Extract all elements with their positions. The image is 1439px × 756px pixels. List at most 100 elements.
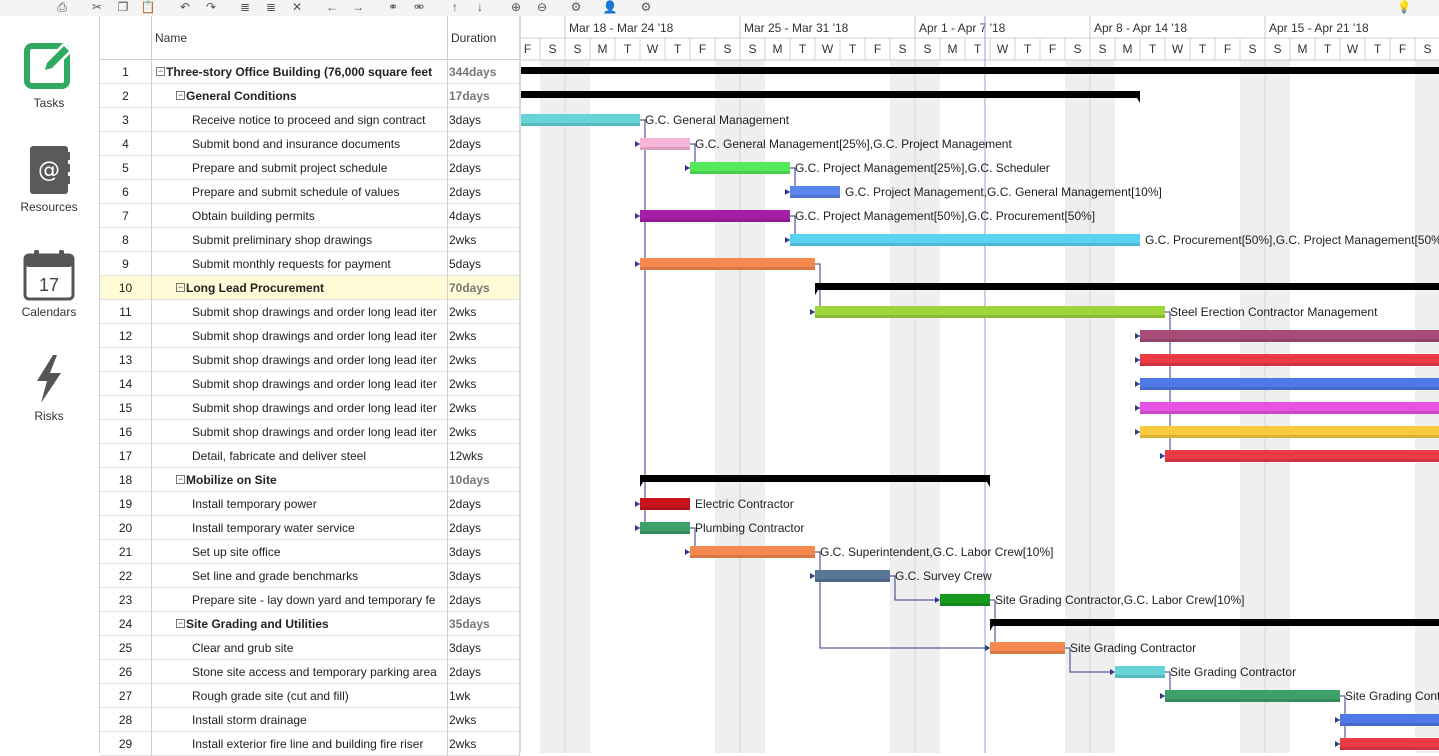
sidebar-item-tasks[interactable]: Tasks bbox=[0, 40, 98, 110]
cut-icon[interactable]: ✂ bbox=[89, 0, 105, 14]
header-name[interactable]: Name bbox=[152, 16, 448, 60]
table-row[interactable]: 10− Long Lead Procurement 70days bbox=[100, 276, 520, 300]
header-duration[interactable]: Duration bbox=[448, 16, 520, 60]
delete-icon[interactable]: ✕ bbox=[289, 0, 305, 14]
duration-cell[interactable]: 2wks bbox=[448, 372, 520, 396]
task-name-cell[interactable]: − Three-story Office Building (76,000 squ… bbox=[152, 60, 448, 84]
duration-cell[interactable]: 3days bbox=[448, 540, 520, 564]
duration-cell[interactable]: 2wks bbox=[448, 300, 520, 324]
resource-settings-icon[interactable]: ⚙ bbox=[638, 0, 654, 14]
outdent-icon[interactable]: ≣ bbox=[263, 0, 279, 14]
task-name-cell[interactable]: Prepare and submit project schedule bbox=[152, 156, 448, 180]
table-row[interactable]: 19 Install temporary power 2days bbox=[100, 492, 520, 516]
duration-cell[interactable]: 2days bbox=[448, 492, 520, 516]
table-row[interactable]: 24− Site Grading and Utilities 35days bbox=[100, 612, 520, 636]
duration-cell[interactable]: 2wks bbox=[448, 348, 520, 372]
table-row[interactable]: 26 Stone site access and temporary parkin… bbox=[100, 660, 520, 684]
lightbulb-icon[interactable]: 💡 bbox=[1396, 0, 1412, 14]
task-name-cell[interactable]: − Mobilize on Site bbox=[152, 468, 448, 492]
move-right-icon[interactable]: → bbox=[350, 0, 366, 14]
move-up-icon[interactable]: ↑ bbox=[447, 0, 463, 14]
task-name-cell[interactable]: Submit shop drawings and order long lead… bbox=[152, 348, 448, 372]
task-name-cell[interactable]: Submit monthly requests for payment bbox=[152, 252, 448, 276]
table-row[interactable]: 5 Prepare and submit project schedule 2day… bbox=[100, 156, 520, 180]
sidebar-item-risks[interactable]: Risks bbox=[0, 353, 98, 423]
header-id[interactable] bbox=[100, 16, 152, 60]
collapse-toggle-icon[interactable]: − bbox=[176, 619, 185, 629]
duration-cell[interactable]: 10days bbox=[448, 468, 520, 492]
task-name-cell[interactable]: Submit shop drawings and order long lead… bbox=[152, 372, 448, 396]
duration-cell[interactable]: 2wks bbox=[448, 420, 520, 444]
table-row[interactable]: 4 Submit bond and insurance documents 2day… bbox=[100, 132, 520, 156]
task-name-cell[interactable]: Install exterior fire line and building … bbox=[152, 732, 448, 756]
task-name-cell[interactable]: Install temporary power bbox=[152, 492, 448, 516]
collapse-toggle-icon[interactable]: − bbox=[156, 67, 165, 77]
duration-cell[interactable]: 3days bbox=[448, 636, 520, 660]
table-row[interactable]: 3 Receive notice to proceed and sign cont… bbox=[100, 108, 520, 132]
print-icon[interactable]: ⎙ bbox=[54, 0, 70, 14]
collapse-toggle-icon[interactable]: − bbox=[176, 475, 185, 485]
task-name-cell[interactable]: Submit shop drawings and order long lead… bbox=[152, 420, 448, 444]
move-left-icon[interactable]: ← bbox=[324, 0, 340, 14]
table-row[interactable]: 8 Submit preliminary shop drawings 2wks bbox=[100, 228, 520, 252]
task-name-cell[interactable]: Submit bond and insurance documents bbox=[152, 132, 448, 156]
task-name-cell[interactable]: Stone site access and temporary parking … bbox=[152, 660, 448, 684]
table-row[interactable]: 16 Submit shop drawings and order long le… bbox=[100, 420, 520, 444]
task-name-cell[interactable]: Prepare and submit schedule of values bbox=[152, 180, 448, 204]
paste-icon[interactable]: 📋 bbox=[140, 0, 156, 14]
collapse-toggle-icon[interactable]: − bbox=[176, 283, 185, 293]
table-row[interactable]: 11 Submit shop drawings and order long le… bbox=[100, 300, 520, 324]
task-name-cell[interactable]: Submit shop drawings and order long lead… bbox=[152, 300, 448, 324]
table-row[interactable]: 23 Prepare site - lay down yard and tempo… bbox=[100, 588, 520, 612]
task-name-cell[interactable]: Install storm drainage bbox=[152, 708, 448, 732]
task-name-cell[interactable]: Submit shop drawings and order long lead… bbox=[152, 324, 448, 348]
table-row[interactable]: 13 Submit shop drawings and order long le… bbox=[100, 348, 520, 372]
move-down-icon[interactable]: ↓ bbox=[472, 0, 488, 14]
duration-cell[interactable]: 2days bbox=[448, 156, 520, 180]
table-row[interactable]: 21 Set up site office 3days bbox=[100, 540, 520, 564]
task-name-cell[interactable]: Set line and grade benchmarks bbox=[152, 564, 448, 588]
table-row[interactable]: 25 Clear and grub site 3days bbox=[100, 636, 520, 660]
table-row[interactable]: 22 Set line and grade benchmarks 3days bbox=[100, 564, 520, 588]
undo-icon[interactable]: ↶ bbox=[177, 0, 193, 14]
redo-icon[interactable]: ↷ bbox=[203, 0, 219, 14]
duration-cell[interactable]: 2days bbox=[448, 660, 520, 684]
table-row[interactable]: 6 Prepare and submit schedule of values 2d… bbox=[100, 180, 520, 204]
task-name-cell[interactable]: Detail, fabricate and deliver steel bbox=[152, 444, 448, 468]
table-row[interactable]: 18− Mobilize on Site 10days bbox=[100, 468, 520, 492]
unlink-icon[interactable]: ⚮ bbox=[411, 0, 427, 14]
task-name-cell[interactable]: Submit shop drawings and order long lead… bbox=[152, 396, 448, 420]
duration-cell[interactable]: 3days bbox=[448, 564, 520, 588]
task-name-cell[interactable]: Install temporary water service bbox=[152, 516, 448, 540]
duration-cell[interactable]: 2days bbox=[448, 588, 520, 612]
link-icon[interactable]: ⚭ bbox=[385, 0, 401, 14]
sidebar-item-calendars[interactable]: 17 Calendars bbox=[0, 249, 98, 319]
copy-icon[interactable]: ❐ bbox=[115, 0, 131, 14]
assign-resource-icon[interactable]: 👤 bbox=[602, 0, 618, 14]
duration-cell[interactable]: 344days bbox=[448, 60, 520, 84]
duration-cell[interactable]: 35days bbox=[448, 612, 520, 636]
duration-cell[interactable]: 2wks bbox=[448, 732, 520, 756]
zoom-in-icon[interactable]: ⊕ bbox=[508, 0, 524, 14]
duration-cell[interactable]: 2days bbox=[448, 516, 520, 540]
duration-cell[interactable]: 3days bbox=[448, 108, 520, 132]
duration-cell[interactable]: 2wks bbox=[448, 228, 520, 252]
duration-cell[interactable]: 5days bbox=[448, 252, 520, 276]
table-row[interactable]: 14 Submit shop drawings and order long le… bbox=[100, 372, 520, 396]
duration-cell[interactable]: 70days bbox=[448, 276, 520, 300]
task-name-cell[interactable]: Rough grade site (cut and fill) bbox=[152, 684, 448, 708]
table-row[interactable]: 20 Install temporary water service 2days bbox=[100, 516, 520, 540]
task-name-cell[interactable]: Receive notice to proceed and sign contr… bbox=[152, 108, 448, 132]
table-row[interactable]: 17 Detail, fabricate and deliver steel 12w… bbox=[100, 444, 520, 468]
task-name-cell[interactable]: Submit preliminary shop drawings bbox=[152, 228, 448, 252]
collapse-toggle-icon[interactable]: − bbox=[176, 91, 185, 101]
duration-cell[interactable]: 12wks bbox=[448, 444, 520, 468]
duration-cell[interactable]: 4days bbox=[448, 204, 520, 228]
table-row[interactable]: 15 Submit shop drawings and order long le… bbox=[100, 396, 520, 420]
table-row[interactable]: 9 Submit monthly requests for payment 5day… bbox=[100, 252, 520, 276]
table-row[interactable]: 2− General Conditions 17days bbox=[100, 84, 520, 108]
task-name-cell[interactable]: Obtain building permits bbox=[152, 204, 448, 228]
task-name-cell[interactable]: Set up site office bbox=[152, 540, 448, 564]
duration-cell[interactable]: 2days bbox=[448, 180, 520, 204]
duration-cell[interactable]: 2wks bbox=[448, 396, 520, 420]
